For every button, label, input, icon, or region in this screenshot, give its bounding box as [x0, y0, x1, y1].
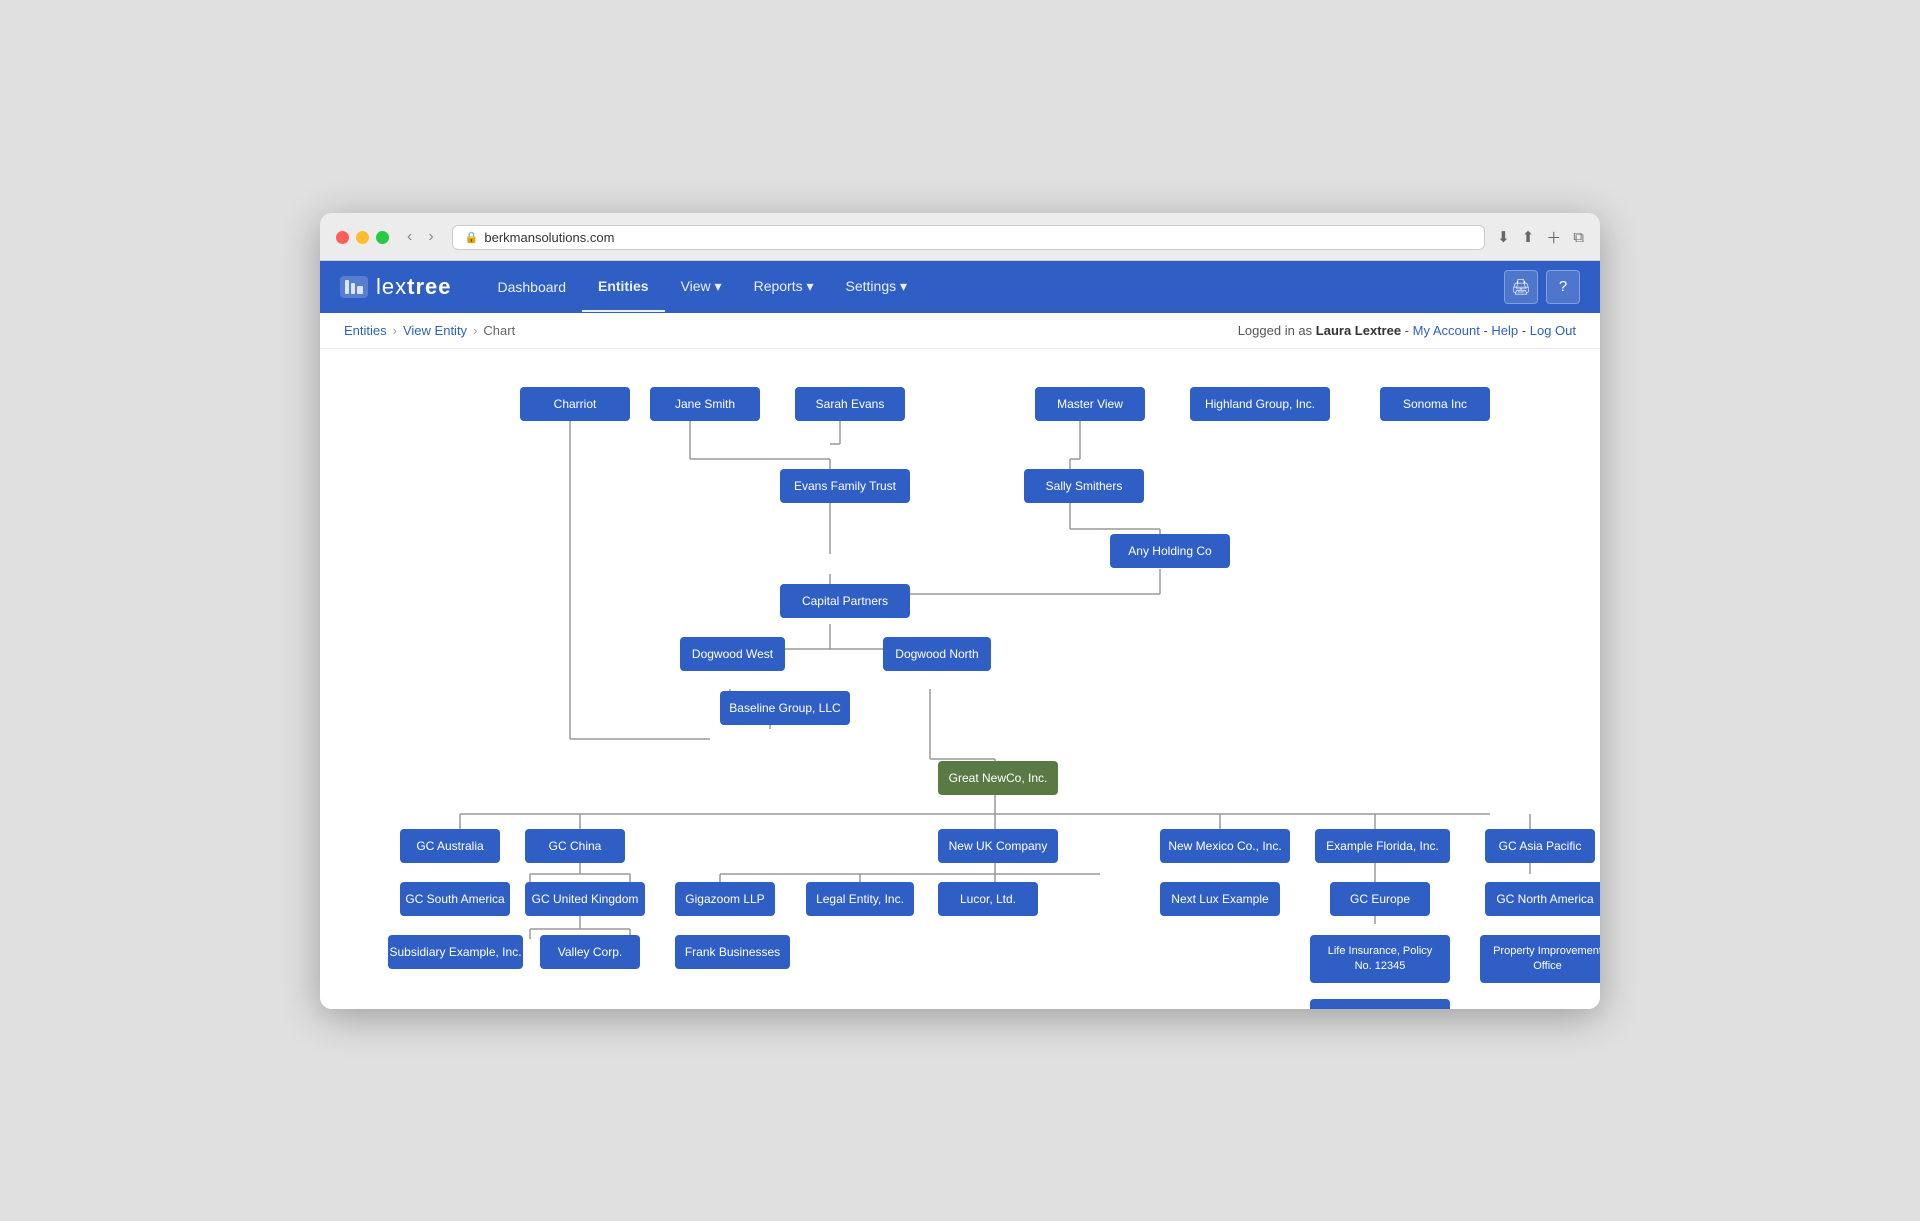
- logo-icon: [340, 276, 368, 298]
- help-link[interactable]: Help: [1491, 323, 1518, 338]
- node-charriot[interactable]: Charriot: [520, 387, 630, 421]
- logo-text: lextree: [376, 274, 451, 300]
- traffic-lights: [336, 231, 389, 244]
- node-gc-europe[interactable]: GC Europe: [1330, 882, 1430, 916]
- app-logo: lextree: [340, 274, 451, 300]
- print-button[interactable]: 🖨: [1504, 270, 1538, 304]
- nav-view[interactable]: View ▾: [665, 262, 738, 311]
- main-nav: Dashboard Entities View ▾ Reports ▾ Sett…: [481, 262, 923, 312]
- node-life-insurance[interactable]: Life Insurance, Policy No. 12345: [1310, 935, 1450, 983]
- org-chart: Charriot Jane Smith Sarah Evans Master V…: [340, 369, 1580, 989]
- nav-settings[interactable]: Settings ▾: [830, 262, 924, 311]
- node-next-lux-example[interactable]: Next Lux Example: [1160, 882, 1280, 916]
- node-valley-corp[interactable]: Valley Corp.: [540, 935, 640, 969]
- new-tab-button[interactable]: ＋: [1546, 227, 1561, 248]
- user-sep-3: -: [1522, 323, 1530, 338]
- back-button[interactable]: ‹: [401, 226, 418, 248]
- node-capital-partners[interactable]: Capital Partners: [780, 584, 910, 618]
- nav-dashboard[interactable]: Dashboard: [481, 263, 582, 311]
- node-sonoma-inc[interactable]: Sonoma Inc: [1380, 387, 1490, 421]
- logged-in-text: Logged in as: [1238, 323, 1316, 338]
- node-great-newco[interactable]: Great NewCo, Inc.: [938, 761, 1058, 795]
- node-master-view[interactable]: Master View: [1035, 387, 1145, 421]
- node-gigazoom-llp[interactable]: Gigazoom LLP: [675, 882, 775, 916]
- node-evans-family-trust[interactable]: Evans Family Trust: [780, 469, 910, 503]
- node-gc-south-america[interactable]: GC South America: [400, 882, 510, 916]
- breadcrumb-sep-2: ›: [473, 323, 477, 338]
- node-sally-smithers[interactable]: Sally Smithers: [1024, 469, 1144, 503]
- breadcrumb-entities[interactable]: Entities: [344, 323, 387, 338]
- chart-area: Charriot Jane Smith Sarah Evans Master V…: [320, 349, 1600, 1009]
- user-name: Laura Lextree: [1316, 323, 1401, 338]
- node-sarah-evans[interactable]: Sarah Evans: [795, 387, 905, 421]
- node-subsidiary-example[interactable]: Subsidiary Example, Inc.: [388, 935, 523, 969]
- browser-window: ‹ › 🔒 berkmansolutions.com ⬇ ⬆ ＋ ⧉: [320, 213, 1600, 1009]
- breadcrumb-view-entity[interactable]: View Entity: [403, 323, 467, 338]
- node-gc-asia-pacific[interactable]: GC Asia Pacific: [1485, 829, 1595, 863]
- my-account-link[interactable]: My Account: [1413, 323, 1480, 338]
- node-any-holding-co[interactable]: Any Holding Co: [1110, 534, 1230, 568]
- maximize-button[interactable]: [376, 231, 389, 244]
- breadcrumb-current: Chart: [483, 323, 515, 338]
- node-dogwood-west[interactable]: Dogwood West: [680, 637, 785, 671]
- node-gc-north-america[interactable]: GC North America: [1485, 882, 1600, 916]
- node-gc-china[interactable]: GC China: [525, 829, 625, 863]
- breadcrumb: Entities › View Entity › Chart: [344, 323, 515, 338]
- node-legal-entity[interactable]: Legal Entity, Inc.: [806, 882, 914, 916]
- user-sep-1: -: [1405, 323, 1413, 338]
- nav-entities[interactable]: Entities: [582, 262, 665, 312]
- forward-button[interactable]: ›: [422, 226, 439, 248]
- lock-icon: 🔒: [465, 231, 479, 244]
- logout-link[interactable]: Log Out: [1530, 323, 1576, 338]
- app-nav: lextree Dashboard Entities View ▾ Report…: [320, 261, 1600, 313]
- help-button[interactable]: ?: [1546, 270, 1580, 304]
- node-new-uk-company[interactable]: New UK Company: [938, 829, 1058, 863]
- browser-chrome: ‹ › 🔒 berkmansolutions.com ⬇ ⬆ ＋ ⧉: [320, 213, 1600, 261]
- address-bar[interactable]: 🔒 berkmansolutions.com: [452, 225, 1485, 250]
- share-button[interactable]: ⬆: [1522, 227, 1535, 248]
- user-info: Logged in as Laura Lextree - My Account …: [1238, 323, 1576, 338]
- close-button[interactable]: [336, 231, 349, 244]
- url-text: berkmansolutions.com: [484, 230, 614, 245]
- node-lucor-ltd[interactable]: Lucor, Ltd.: [938, 882, 1038, 916]
- node-yet-one-more[interactable]: Yet One More Newco, LLC: [1310, 999, 1450, 1009]
- node-frank-businesses[interactable]: Frank Businesses: [675, 935, 790, 969]
- node-example-florida[interactable]: Example Florida, Inc.: [1315, 829, 1450, 863]
- download-button[interactable]: ⬇: [1497, 227, 1510, 248]
- node-property-improvement[interactable]: Property Improvement Office: [1480, 935, 1600, 983]
- node-dogwood-north[interactable]: Dogwood North: [883, 637, 991, 671]
- breadcrumb-sep-1: ›: [393, 323, 397, 338]
- node-gc-united-kingdom[interactable]: GC United Kingdom: [525, 882, 645, 916]
- node-gc-australia[interactable]: GC Australia: [400, 829, 500, 863]
- node-new-mexico-co[interactable]: New Mexico Co., Inc.: [1160, 829, 1290, 863]
- breadcrumb-bar: Entities › View Entity › Chart Logged in…: [320, 313, 1600, 349]
- node-jane-smith[interactable]: Jane Smith: [650, 387, 760, 421]
- minimize-button[interactable]: [356, 231, 369, 244]
- node-baseline-group[interactable]: Baseline Group, LLC: [720, 691, 850, 725]
- node-highland-group[interactable]: Highland Group, Inc.: [1190, 387, 1330, 421]
- nav-reports[interactable]: Reports ▾: [738, 262, 830, 311]
- duplicate-button[interactable]: ⧉: [1573, 227, 1584, 248]
